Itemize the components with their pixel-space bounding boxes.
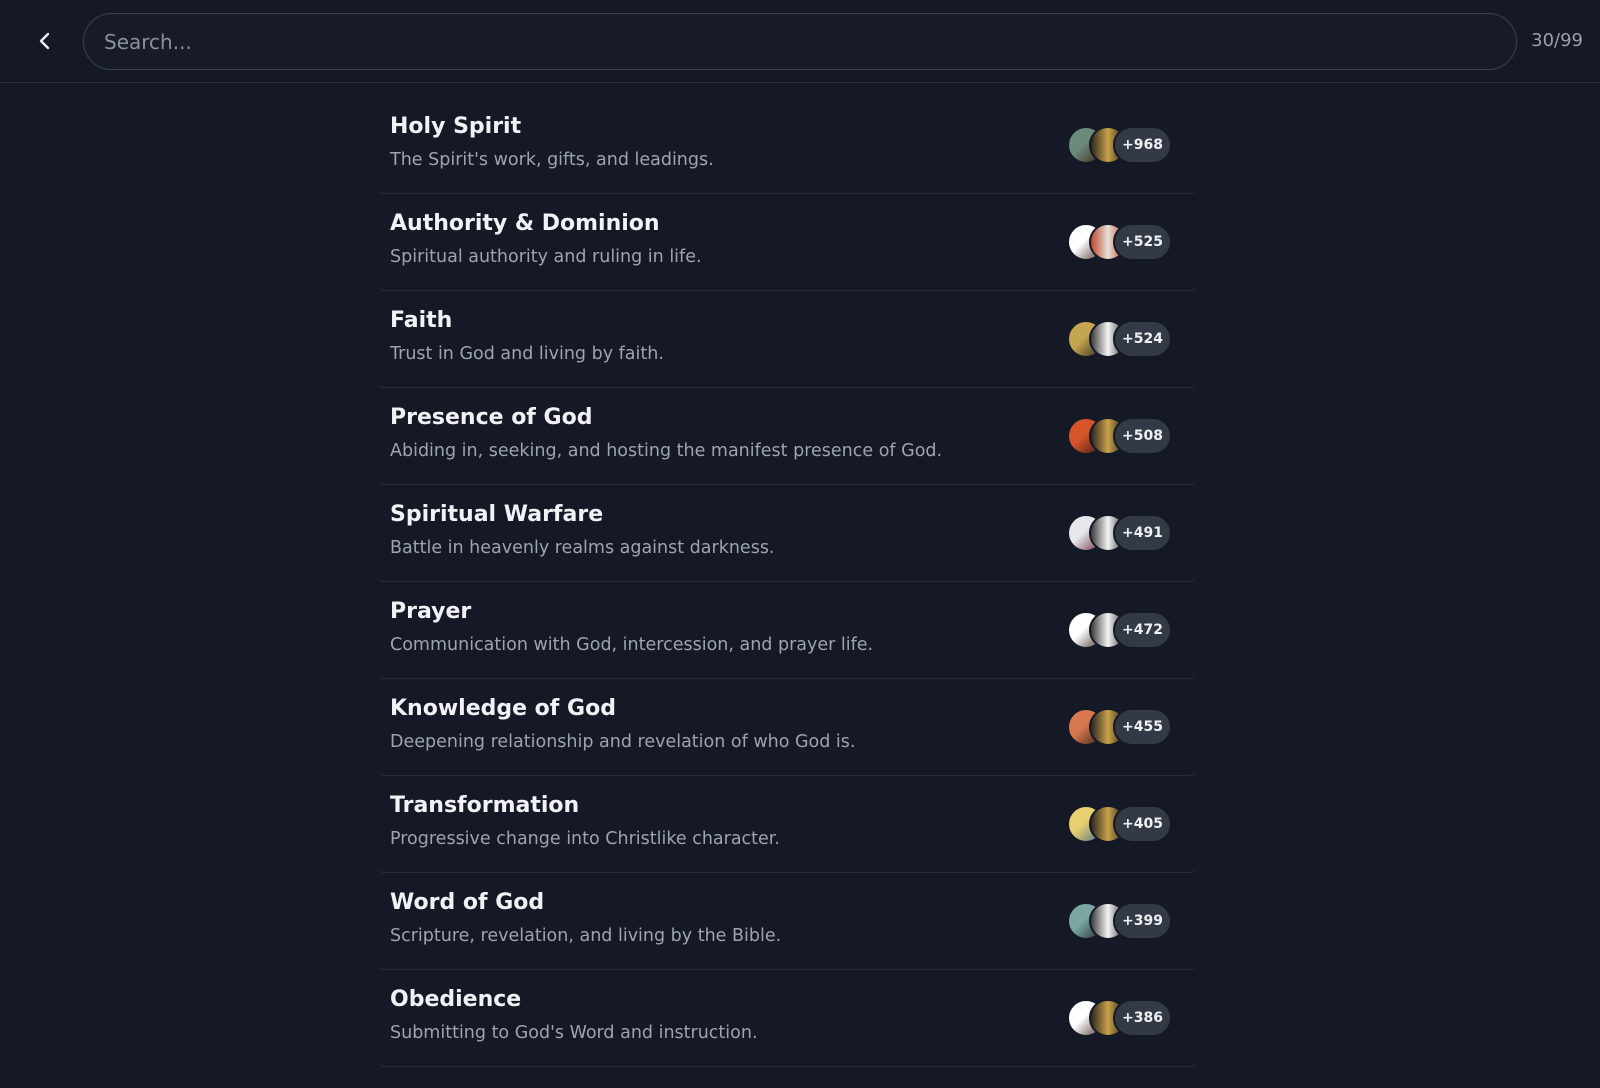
list-item[interactable]: Word of God Scripture, revelation, and li… bbox=[378, 873, 1196, 970]
count-badge: +386 bbox=[1113, 999, 1172, 1037]
list-item[interactable]: Faith Trust in God and living by faith. +5… bbox=[378, 291, 1196, 388]
result-counter: 30/99 bbox=[1531, 30, 1583, 51]
topic-description: Abiding in, seeking, and hosting the man… bbox=[390, 441, 943, 461]
count-badge: +491 bbox=[1113, 514, 1172, 552]
avatar-stack: +968 bbox=[1067, 125, 1172, 165]
count-badge: +455 bbox=[1113, 708, 1172, 746]
avatar-stack: +399 bbox=[1067, 901, 1172, 941]
topic-title: Prayer bbox=[390, 599, 472, 624]
chevron-left-icon bbox=[39, 32, 50, 50]
count-badge: +399 bbox=[1113, 902, 1172, 940]
topic-title: Obedience bbox=[390, 987, 522, 1012]
list-item[interactable]: Prayer Communication with God, intercessi… bbox=[378, 582, 1196, 679]
topic-description: Progressive change into Christlike chara… bbox=[390, 829, 780, 849]
topic-description: Battle in heavenly realms against darkne… bbox=[390, 538, 775, 558]
avatar-stack: +508 bbox=[1067, 416, 1172, 456]
topic-description: Deepening relationship and revelation of… bbox=[390, 732, 856, 752]
list-item[interactable]: Transformation Progressive change into Ch… bbox=[378, 776, 1196, 873]
count-badge: +405 bbox=[1113, 805, 1172, 843]
avatar-stack: +524 bbox=[1067, 319, 1172, 359]
avatar-stack: +405 bbox=[1067, 804, 1172, 844]
topic-title: Transformation bbox=[390, 793, 580, 818]
list-item[interactable]: Obedience Submitting to God's Word and in… bbox=[378, 970, 1196, 1067]
topic-description: Scripture, revelation, and living by the… bbox=[390, 926, 782, 946]
topic-title: Knowledge of God bbox=[390, 696, 616, 721]
count-badge: +472 bbox=[1113, 611, 1172, 649]
count-badge: +525 bbox=[1113, 223, 1172, 261]
search-input[interactable] bbox=[84, 14, 1516, 69]
topic-list: Holy Spirit The Spirit's work, gifts, and… bbox=[378, 97, 1196, 1067]
list-item[interactable]: Authority & Dominion Spiritual authority … bbox=[378, 194, 1196, 291]
count-badge: +524 bbox=[1113, 320, 1172, 358]
avatar-stack: +491 bbox=[1067, 513, 1172, 553]
avatar-stack: +472 bbox=[1067, 610, 1172, 650]
list-item[interactable]: Knowledge of God Deepening relationship a… bbox=[378, 679, 1196, 776]
topic-title: Authority & Dominion bbox=[390, 211, 660, 236]
list-item[interactable]: Holy Spirit The Spirit's work, gifts, and… bbox=[378, 97, 1196, 194]
topic-title: Faith bbox=[390, 308, 453, 333]
avatar-stack: +525 bbox=[1067, 222, 1172, 262]
back-button[interactable] bbox=[28, 24, 62, 58]
search-box bbox=[83, 13, 1517, 70]
topic-title: Spiritual Warfare bbox=[390, 502, 604, 527]
topic-description: Submitting to God's Word and instruction… bbox=[390, 1023, 758, 1043]
topic-description: The Spirit's work, gifts, and leadings. bbox=[390, 150, 714, 170]
top-bar: 30/99 bbox=[0, 0, 1600, 83]
topic-description: Communication with God, intercession, an… bbox=[390, 635, 874, 655]
list-item[interactable]: Spiritual Warfare Battle in heavenly real… bbox=[378, 485, 1196, 582]
avatar-stack: +455 bbox=[1067, 707, 1172, 747]
avatar-stack: +386 bbox=[1067, 998, 1172, 1038]
topic-title: Word of God bbox=[390, 890, 545, 915]
topic-description: Spiritual authority and ruling in life. bbox=[390, 247, 702, 267]
list-item[interactable]: Presence of God Abiding in, seeking, and … bbox=[378, 388, 1196, 485]
count-badge: +968 bbox=[1113, 126, 1172, 164]
topic-title: Holy Spirit bbox=[390, 114, 522, 139]
topic-title: Presence of God bbox=[390, 405, 593, 430]
count-badge: +508 bbox=[1113, 417, 1172, 455]
topic-description: Trust in God and living by faith. bbox=[390, 344, 664, 364]
